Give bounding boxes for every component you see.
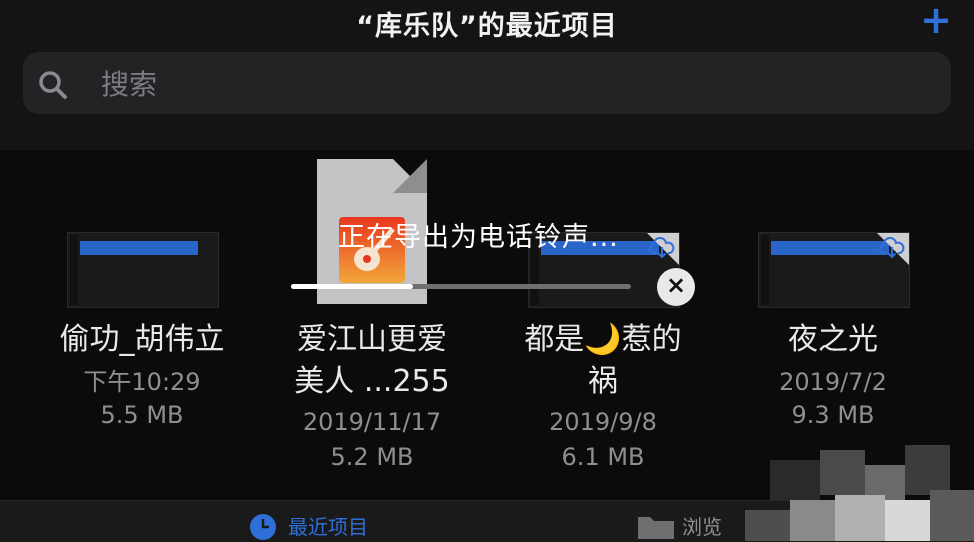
file-date: 2019/9/8 [549, 408, 657, 436]
file-name: 偷功_胡伟立 [59, 322, 225, 357]
add-button[interactable]: + [920, 0, 952, 40]
file-size: 5.2 MB [330, 443, 414, 471]
file-name: 夜之光 [788, 322, 878, 357]
file-item[interactable]: 夜之光 2019/7/2 9.3 MB [728, 230, 938, 440]
cloud-download-icon [879, 237, 905, 259]
file-size: 9.3 MB [791, 401, 875, 429]
pixelated-watermark [730, 440, 974, 541]
search-icon [39, 71, 67, 99]
file-date: 下午10:29 [83, 368, 201, 396]
export-progress-bar [291, 284, 631, 289]
export-progress-fill [291, 284, 414, 289]
folder-icon [638, 517, 674, 539]
tab-recents[interactable]: 最近项目 [288, 511, 368, 540]
search-input[interactable] [99, 64, 703, 104]
file-size: 6.1 MB [561, 443, 645, 471]
file-item[interactable]: 偷功_胡伟立 下午10:29 5.5 MB [37, 230, 247, 440]
file-name-line2: 美人 ...255 [294, 364, 450, 399]
file-date: 2019/7/2 [779, 368, 887, 396]
nav-header: “库乐队”的最近项目 + [0, 0, 974, 150]
file-thumbnail [758, 232, 910, 308]
search-bar[interactable] [23, 52, 951, 114]
file-name: 都是🌙惹的 [524, 322, 682, 357]
file-date: 2019/11/17 [302, 408, 442, 436]
file-name-line2: 祸 [588, 364, 618, 399]
page-title: “库乐队”的最近项目 [356, 11, 618, 42]
file-size: 5.5 MB [100, 401, 184, 429]
file-name: 爱江山更爱 [297, 322, 447, 357]
clock-icon [250, 514, 276, 540]
cancel-export-button[interactable]: × [657, 268, 695, 306]
file-thumbnail [67, 232, 219, 308]
file-item[interactable]: 都是🌙惹的 祸 2019/9/8 6.1 MB [498, 230, 708, 475]
export-status-text: 正在导出为电话铃声... [338, 222, 619, 253]
tab-browse[interactable]: 浏览 [682, 511, 722, 540]
close-icon: × [665, 271, 687, 299]
